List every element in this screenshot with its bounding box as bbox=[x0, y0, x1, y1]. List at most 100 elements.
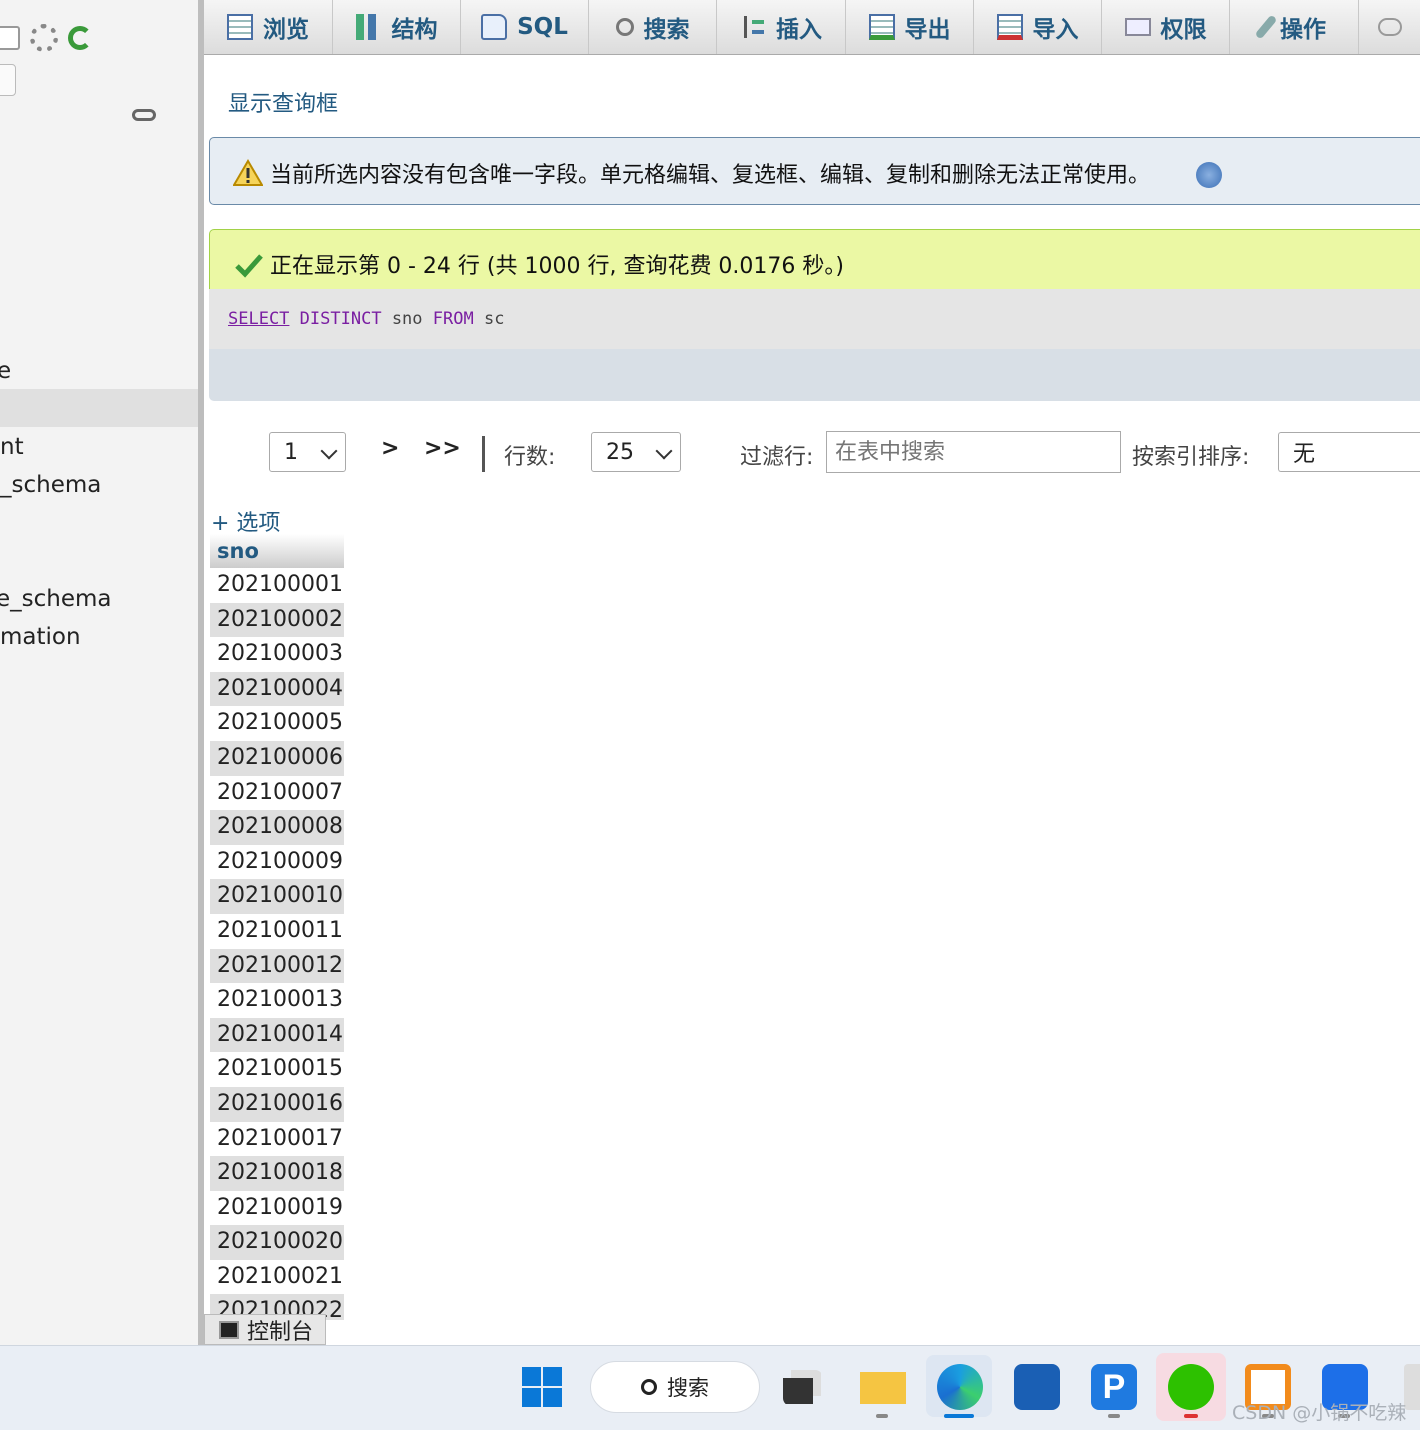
taskbar-search[interactable]: 搜索 bbox=[590, 1361, 760, 1413]
result-table: sno 202100001 202100002 202100003 202100… bbox=[210, 534, 344, 1321]
csdn-watermark: CSDN @小锅不吃辣 bbox=[1232, 1402, 1407, 1424]
chevron-down-icon bbox=[655, 442, 673, 460]
table-row[interactable]: 202100010 bbox=[210, 879, 344, 914]
notepad-icon[interactable] bbox=[1404, 1364, 1420, 1410]
tab-operations[interactable]: 操作 bbox=[1230, 0, 1359, 54]
tab-label: 插入 bbox=[776, 17, 822, 43]
sql-table: sc bbox=[483, 309, 505, 329]
table-row[interactable]: 202100021 bbox=[210, 1259, 344, 1295]
sidebar-button-fragment[interactable] bbox=[0, 64, 16, 96]
console-toggle[interactable]: 控制台 bbox=[204, 1314, 326, 1345]
table-row[interactable]: 202100001 bbox=[210, 568, 344, 603]
link-icon[interactable] bbox=[132, 109, 156, 121]
tab-sql[interactable]: SQL bbox=[461, 0, 589, 54]
start-icon[interactable] bbox=[522, 1367, 562, 1407]
tab-label: 结构 bbox=[391, 17, 438, 43]
sql-keyword-select[interactable]: SELECT bbox=[228, 309, 289, 329]
tab-privileges[interactable]: 权限 bbox=[1102, 0, 1230, 54]
p-app-icon[interactable]: P bbox=[1091, 1364, 1137, 1410]
tab-label: 权限 bbox=[1160, 17, 1207, 43]
options-toggle-link[interactable]: + 选项 bbox=[211, 505, 280, 537]
table-row[interactable]: 202100004 bbox=[210, 671, 344, 707]
page-select[interactable]: 1 bbox=[269, 432, 346, 472]
table-row[interactable]: 202100012 bbox=[210, 948, 344, 984]
taskbar-search-label: 搜索 bbox=[667, 1376, 709, 1400]
sidebar-selected-row[interactable] bbox=[0, 389, 198, 427]
tab-search[interactable]: 搜索 bbox=[589, 0, 717, 54]
sidebar-item-fragment[interactable]: mation bbox=[0, 624, 81, 650]
console-icon bbox=[219, 1320, 239, 1339]
sort-select-value: 无 bbox=[1293, 442, 1316, 467]
table-row[interactable]: 202100016 bbox=[210, 1086, 344, 1122]
file-explorer-icon[interactable] bbox=[860, 1364, 906, 1410]
warning-icon bbox=[233, 159, 263, 186]
tab-insert[interactable]: 插入 bbox=[717, 0, 846, 54]
table-row[interactable]: 202100003 bbox=[210, 637, 344, 672]
table-row[interactable]: 202100009 bbox=[210, 844, 344, 880]
import-icon bbox=[996, 14, 1023, 40]
show-query-box-link[interactable]: 显示查询框 bbox=[228, 86, 338, 118]
export-icon bbox=[868, 14, 895, 40]
wrench-icon bbox=[1254, 14, 1278, 40]
chevron-down-icon bbox=[320, 442, 338, 460]
tab-more[interactable] bbox=[1359, 0, 1420, 54]
sort-by-index-label: 按索引排序: bbox=[1132, 445, 1250, 470]
sql-keyword-from: FROM bbox=[432, 309, 474, 329]
table-row[interactable]: 202100005 bbox=[210, 706, 344, 741]
table-row[interactable]: 202100014 bbox=[210, 1017, 344, 1053]
checkmark-icon bbox=[235, 254, 263, 278]
page-select-value: 1 bbox=[284, 439, 298, 465]
tab-label: 搜索 bbox=[643, 17, 690, 43]
tab-import[interactable]: 导入 bbox=[974, 0, 1102, 54]
sidebar-item-fragment[interactable]: e_schema bbox=[0, 586, 112, 612]
warning-text: 当前所选内容没有包含唯一字段。单元格编辑、复选框、编辑、复制和删除无法正常使用。 bbox=[270, 163, 1151, 188]
next-page-button[interactable]: > bbox=[381, 436, 399, 461]
main-tab-bar: 浏览 结构 SQL 搜索 插入 导出 导入 权限 操作 bbox=[204, 0, 1420, 55]
last-page-button[interactable]: >> bbox=[424, 436, 461, 461]
console-label: 控制台 bbox=[247, 1319, 314, 1345]
tab-label: 导入 bbox=[1032, 17, 1079, 43]
table-row[interactable]: 202100017 bbox=[210, 1121, 344, 1157]
table-row[interactable]: 202100008 bbox=[210, 810, 344, 845]
table-row[interactable]: 202100006 bbox=[210, 740, 344, 776]
insert-icon bbox=[740, 14, 766, 40]
tab-browse[interactable]: 浏览 bbox=[204, 0, 333, 54]
gear-icon[interactable] bbox=[30, 24, 58, 52]
table-row[interactable]: 202100020 bbox=[210, 1225, 344, 1260]
help-icon[interactable] bbox=[1196, 162, 1222, 188]
table-row[interactable]: 202100015 bbox=[210, 1052, 344, 1087]
active-indicator bbox=[944, 1414, 974, 1418]
tab-export[interactable]: 导出 bbox=[846, 0, 974, 54]
rows-per-page-select[interactable]: 25 bbox=[591, 432, 681, 472]
filter-label: 过滤行: bbox=[740, 445, 814, 470]
table-row[interactable]: 202100002 bbox=[210, 602, 344, 638]
table-row[interactable]: 202100011 bbox=[210, 913, 344, 949]
sidebar-resize-handle[interactable] bbox=[198, 0, 204, 1345]
wechat-icon bbox=[1168, 1364, 1214, 1410]
task-view-icon[interactable] bbox=[783, 1370, 823, 1406]
sql-tools-bar bbox=[209, 349, 1420, 401]
table-row[interactable]: 202100007 bbox=[210, 775, 344, 811]
tab-label: SQL bbox=[517, 14, 568, 40]
sidebar-item-fragment[interactable]: nt bbox=[0, 434, 24, 460]
reload-icon[interactable] bbox=[68, 26, 92, 50]
table-row[interactable]: 202100019 bbox=[210, 1190, 344, 1226]
search-icon bbox=[641, 1379, 657, 1395]
search-icon bbox=[615, 18, 634, 36]
tab-label: 浏览 bbox=[263, 17, 309, 43]
sort-by-index-select[interactable]: 无 bbox=[1278, 432, 1420, 472]
sidebar-item-fragment[interactable]: _schema bbox=[0, 472, 101, 498]
tab-label: 导出 bbox=[904, 17, 951, 43]
sidebar-page-icon[interactable] bbox=[0, 26, 20, 50]
sql-icon bbox=[481, 14, 508, 40]
microsoft-store-icon[interactable] bbox=[1014, 1364, 1060, 1410]
divider bbox=[482, 436, 485, 472]
tab-label: 操作 bbox=[1280, 17, 1326, 43]
table-row[interactable]: 202100018 bbox=[210, 1156, 344, 1191]
table-row[interactable]: 202100013 bbox=[210, 983, 344, 1018]
tab-structure[interactable]: 结构 bbox=[333, 0, 461, 54]
sidebar-item-fragment[interactable]: e bbox=[0, 358, 11, 384]
column-header-sno[interactable]: sno bbox=[210, 534, 344, 568]
filter-rows-input[interactable] bbox=[826, 431, 1121, 473]
privileges-icon bbox=[1124, 18, 1151, 36]
